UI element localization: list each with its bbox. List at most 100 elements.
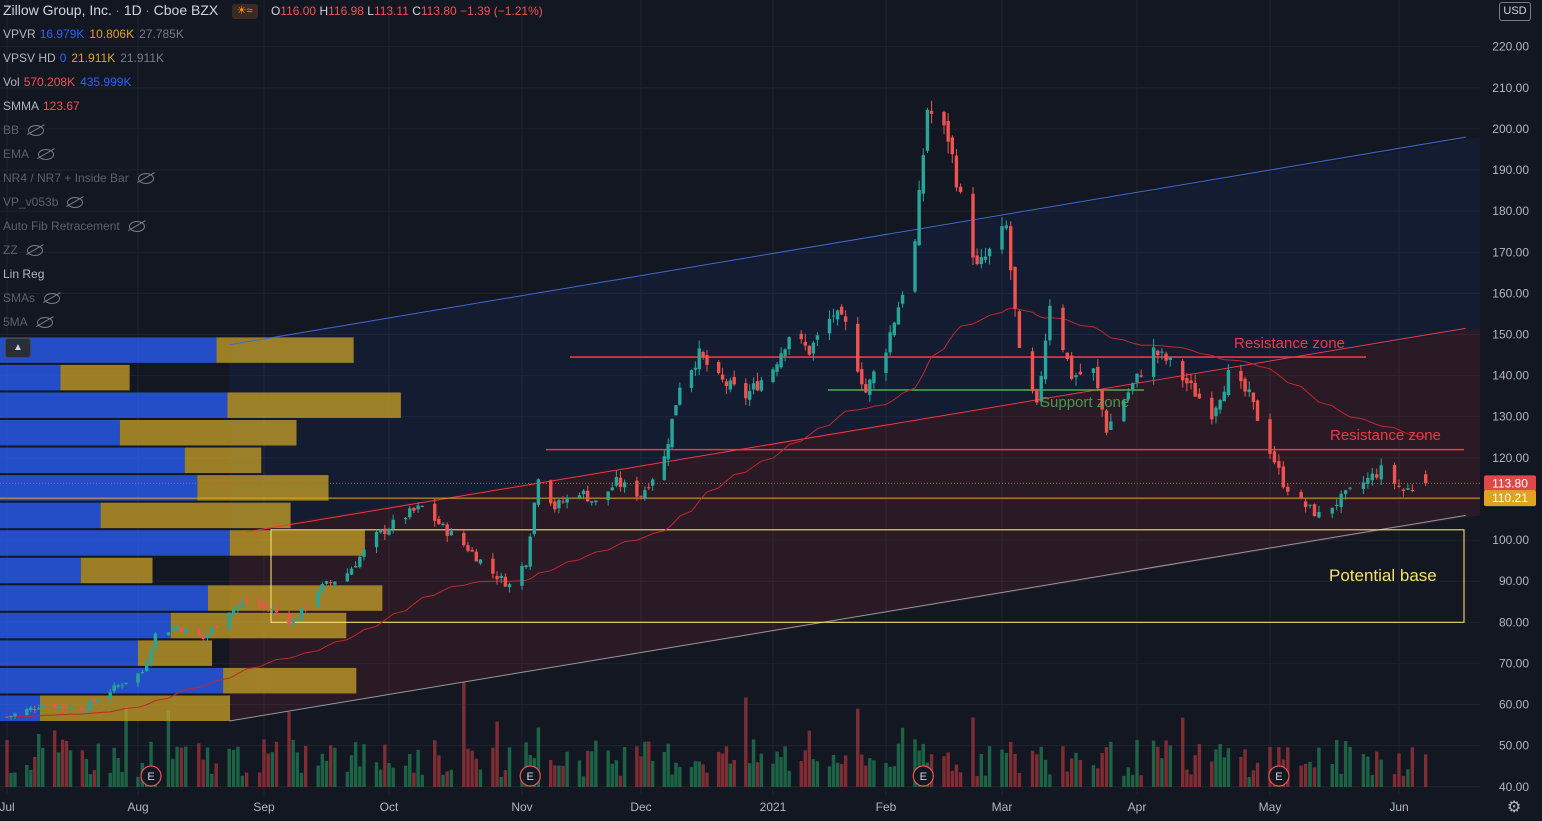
volume-bar xyxy=(41,747,45,787)
y-tick-label: 80.00 xyxy=(1499,615,1529,629)
candle-body xyxy=(921,155,925,194)
volume-bar xyxy=(1375,751,1379,787)
volume-bar xyxy=(1214,749,1218,787)
volume-bar xyxy=(257,772,262,787)
candle-body xyxy=(647,487,651,489)
volume-bar xyxy=(662,752,666,787)
candle-body xyxy=(697,348,701,370)
volume-bar xyxy=(1096,768,1100,787)
symbol-name[interactable]: Zillow Group, Inc. xyxy=(3,2,112,18)
candle-body xyxy=(635,480,639,497)
indicator-row[interactable]: BB xyxy=(3,120,45,140)
indicator-row[interactable]: VPSV HD 0 21.911K 21.911K xyxy=(3,48,169,68)
volume-bar xyxy=(803,750,807,787)
candle-body xyxy=(650,479,655,486)
indicator-row[interactable]: VP_v053b xyxy=(3,192,84,212)
volume-bar xyxy=(594,740,598,787)
volume-bar xyxy=(88,774,93,787)
x-tick-label: Mar xyxy=(992,800,1013,814)
volume-bar xyxy=(345,771,350,787)
volume-bar xyxy=(387,763,391,787)
eye-hidden-icon[interactable] xyxy=(38,149,55,161)
volume-bar xyxy=(900,727,905,787)
candle-body xyxy=(345,573,350,582)
gear-icon[interactable]: ⚙ xyxy=(1507,797,1521,817)
volume-profile-bar-sell xyxy=(197,475,329,501)
candle-body xyxy=(184,628,188,634)
volume-bar xyxy=(635,746,639,787)
candle-body xyxy=(929,110,934,114)
volume-bar xyxy=(412,772,416,787)
indicator-row[interactable]: Auto Fib Retracement xyxy=(3,216,145,236)
candle-body xyxy=(577,495,582,498)
volume-bar xyxy=(1164,740,1168,787)
volume-bar xyxy=(674,762,678,787)
candle-body xyxy=(244,600,249,603)
volume-bar xyxy=(1168,745,1172,787)
indicator-row[interactable]: ZZ xyxy=(3,240,43,260)
candle-body xyxy=(896,307,901,325)
volume-bar xyxy=(1000,749,1004,787)
eye-hidden-icon[interactable] xyxy=(137,173,154,185)
indicator-row[interactable]: SMMA 123.67 xyxy=(3,96,85,116)
candle-body xyxy=(751,383,756,390)
candle-body xyxy=(674,405,678,416)
volume-bar xyxy=(716,751,721,787)
volume-bar xyxy=(728,763,732,787)
candle-body xyxy=(1375,474,1379,478)
volume-bar xyxy=(1181,717,1185,787)
collapse-legend-button[interactable]: ▲ xyxy=(5,338,31,358)
volume-profile-bar-sell xyxy=(119,420,297,446)
indicator-name: SMAs xyxy=(3,291,36,305)
volume-bar xyxy=(650,761,655,787)
x-tick-label: Apr xyxy=(1128,800,1147,814)
candle-body xyxy=(536,479,541,505)
indicator-row[interactable]: EMA xyxy=(3,144,55,164)
candle-body xyxy=(979,257,983,265)
eye-hidden-icon[interactable] xyxy=(67,197,84,209)
indicator-row[interactable]: NR4 / NR7 + Inside Bar xyxy=(3,168,154,188)
volume-bar xyxy=(606,750,610,787)
y-tick-label: 40.00 xyxy=(1499,780,1529,794)
price-chart[interactable]: Resistance zone Resistance zone Support … xyxy=(0,0,1542,821)
candle-body xyxy=(470,550,474,552)
candle-body xyxy=(913,241,917,292)
volume-bar xyxy=(214,763,218,787)
indicator-row[interactable]: Lin Reg xyxy=(3,264,48,284)
volume-bar xyxy=(197,743,201,787)
currency-button[interactable]: USD xyxy=(1499,2,1531,21)
chevron-up-icon: ▲ xyxy=(13,342,23,353)
volume-bar xyxy=(92,770,97,787)
x-tick-label: Dec xyxy=(630,800,651,814)
indicator-row[interactable]: Vol 570.208K 435.999K xyxy=(3,72,136,92)
indicator-row[interactable]: 5MA xyxy=(3,312,53,332)
volume-bar xyxy=(1078,759,1083,787)
volume-bar xyxy=(1017,772,1022,787)
candle-body xyxy=(705,355,709,365)
volume-bar xyxy=(291,739,295,787)
volume-bar xyxy=(478,769,483,787)
candle-body xyxy=(549,480,553,504)
indicator-row[interactable]: SMAs xyxy=(3,288,61,308)
eye-hidden-icon[interactable] xyxy=(44,293,61,305)
candle-body xyxy=(403,517,408,520)
eye-hidden-icon[interactable] xyxy=(36,317,53,329)
indicator-row[interactable]: VPVR 16.979K 10.806K 27.785K xyxy=(3,24,189,44)
eye-hidden-icon[interactable] xyxy=(26,245,43,257)
volume-bar xyxy=(52,730,57,787)
candle-body xyxy=(466,545,470,551)
candle-body xyxy=(387,529,391,535)
indicator-name: ZZ xyxy=(3,243,18,257)
candle-body xyxy=(946,120,950,142)
interval[interactable]: 1D xyxy=(124,2,142,18)
candle-body xyxy=(1210,397,1214,420)
candle-body xyxy=(1181,361,1185,381)
volume-bar xyxy=(416,749,420,787)
volume-bar xyxy=(1343,741,1348,787)
volume-bar xyxy=(811,759,816,787)
eye-hidden-icon[interactable] xyxy=(28,125,45,137)
eye-hidden-icon[interactable] xyxy=(128,221,145,233)
volume-bar xyxy=(1222,757,1226,787)
candle-body xyxy=(590,501,594,503)
candle-body xyxy=(437,518,441,525)
